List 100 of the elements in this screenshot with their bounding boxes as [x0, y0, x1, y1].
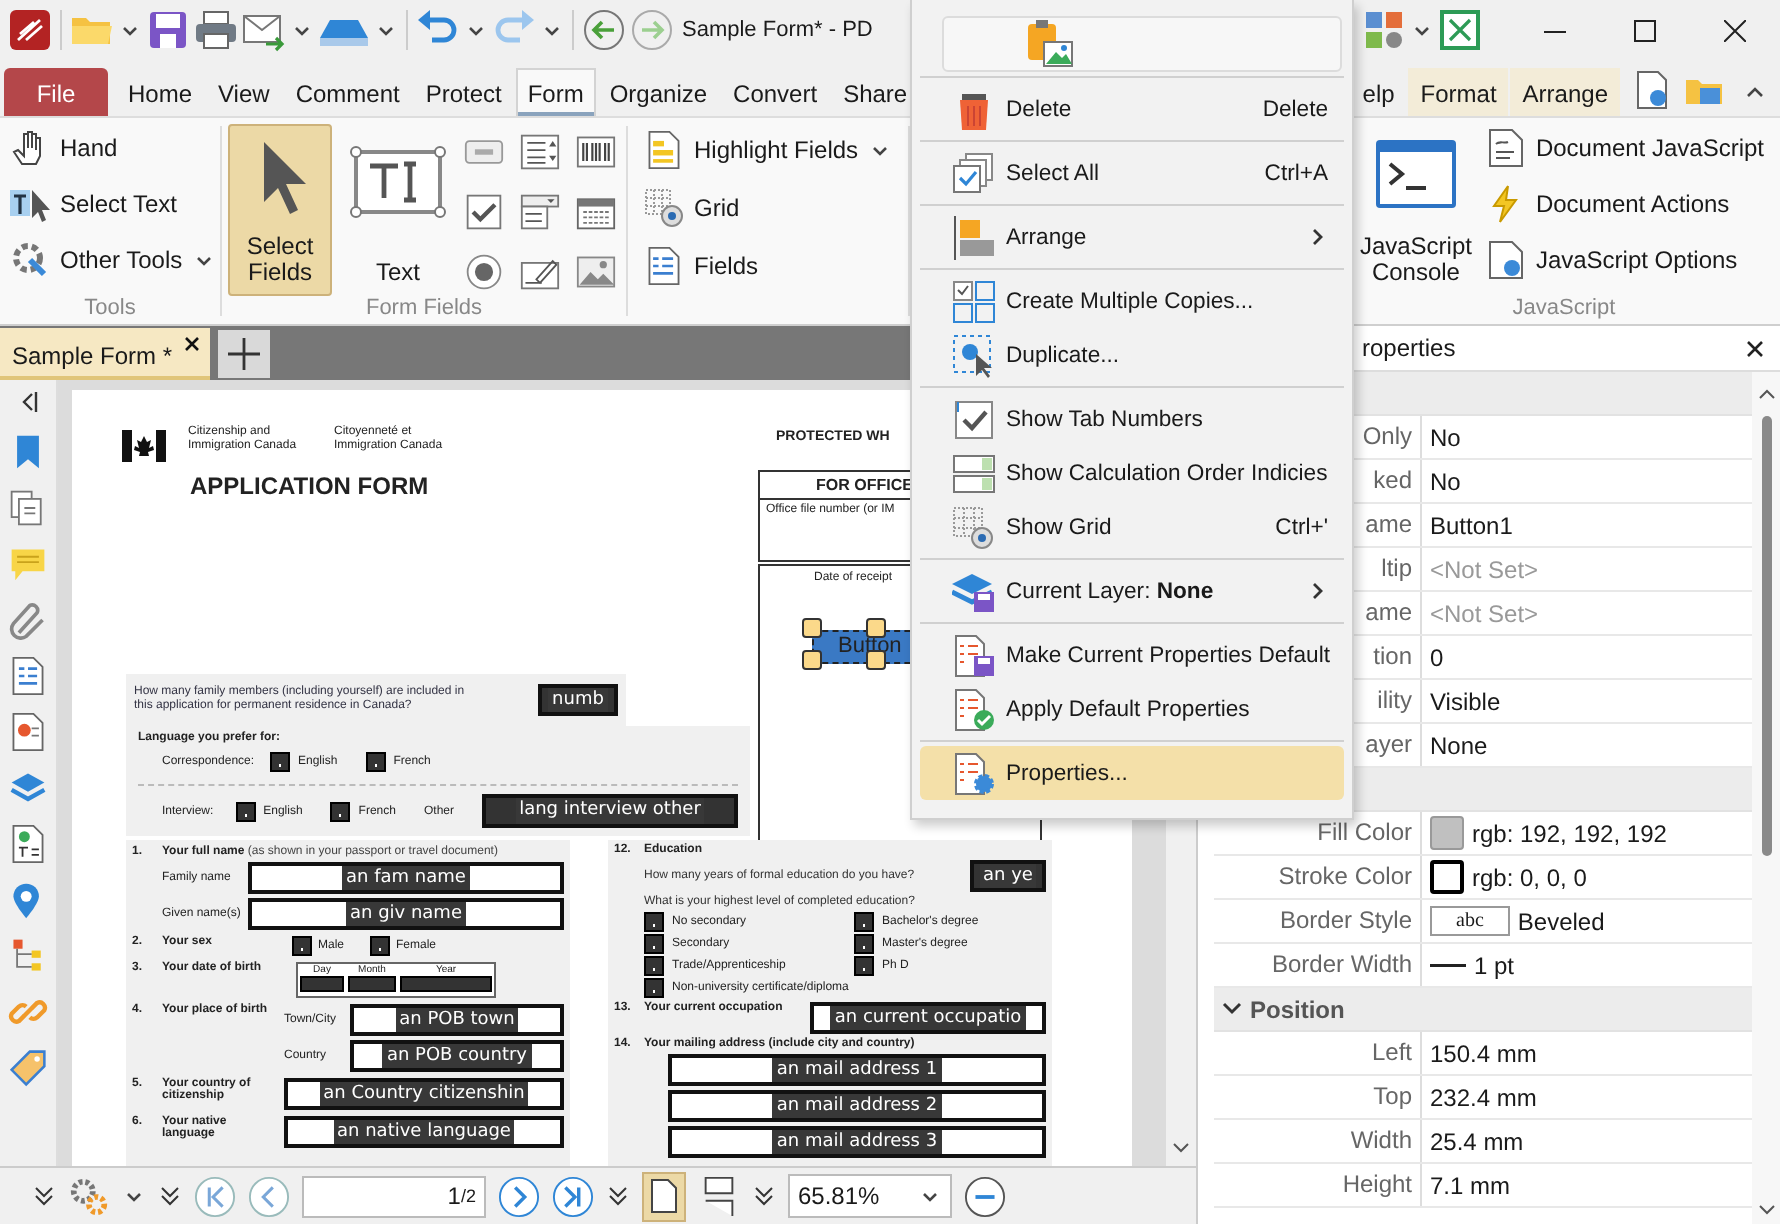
menu-item[interactable]: Select All Ctrl+A	[920, 146, 1344, 200]
paste-image-button[interactable]	[942, 16, 1342, 72]
print-icon[interactable]	[194, 8, 238, 52]
text-field[interactable]: an native language	[284, 1116, 564, 1148]
section-header[interactable]: Position	[1214, 988, 1752, 1032]
text-field-button[interactable]: Text	[342, 124, 454, 296]
document-javascript-button[interactable]: Document JavaScript	[1481, 124, 1768, 172]
single-page-view-button[interactable]	[642, 1171, 686, 1221]
text-field[interactable]: an current occupatio	[810, 1002, 1046, 1034]
ribbon-tab[interactable]: Home	[116, 68, 205, 116]
double-chevron-icon[interactable]	[158, 1184, 182, 1208]
caret-icon[interactable]	[378, 25, 394, 35]
property-value[interactable]: None	[1430, 731, 1488, 759]
ribbon-tab[interactable]: Protect	[413, 68, 514, 116]
ribbon-tab[interactable]: Arrange	[1510, 68, 1620, 116]
ribbon-tab[interactable]: Organize	[597, 68, 720, 116]
chevron-down-icon[interactable]	[1172, 1142, 1190, 1154]
text-field[interactable]: an POB town	[350, 1004, 564, 1036]
javascript-console-button[interactable]: JavaScript Console	[1359, 124, 1472, 296]
pages-icon[interactable]	[8, 488, 48, 528]
chevron-up-icon[interactable]	[1757, 388, 1775, 400]
checkbox[interactable]	[854, 912, 874, 932]
property-value[interactable]: rgb: 192, 192, 192	[1472, 819, 1667, 847]
close-icon[interactable]	[1746, 339, 1764, 357]
text-field[interactable]: an fam name	[248, 862, 564, 894]
text-field[interactable]: an Country citizenshin	[284, 1078, 564, 1110]
checkbox[interactable]	[370, 936, 391, 956]
menu-item[interactable]: Arrange	[920, 210, 1344, 264]
property-value[interactable]: Beveled	[1517, 907, 1605, 935]
double-chevron-icon[interactable]	[32, 1184, 56, 1208]
checkbox[interactable]	[854, 956, 874, 976]
checkbox[interactable]	[644, 978, 664, 998]
property-value[interactable]: Visible	[1430, 687, 1501, 715]
property-value[interactable]: Button1	[1430, 511, 1513, 539]
menu-item[interactable]: Create Multiple Copies...	[920, 274, 1344, 328]
checkbox[interactable]	[854, 934, 874, 954]
caret-icon[interactable]	[544, 25, 560, 35]
checkbox[interactable]	[292, 936, 312, 956]
hand-tool-button[interactable]: Hand	[6, 124, 214, 172]
image-document-icon[interactable]	[8, 824, 48, 864]
ribbon-tab[interactable]: Form	[515, 68, 596, 116]
text-field[interactable]: an POB country	[350, 1040, 564, 1072]
text-field[interactable]: an ye	[970, 860, 1046, 892]
ribbon-tab[interactable]: elp	[1350, 68, 1407, 116]
checkbox[interactable]	[330, 801, 351, 821]
property-value[interactable]: No	[1430, 467, 1461, 495]
text-field[interactable]: an mail address 2	[668, 1090, 1046, 1122]
paperclip-icon[interactable]	[8, 600, 48, 640]
select-text-button[interactable]: Select Text	[6, 180, 214, 228]
property-value[interactable]: 7.1 mm	[1430, 1171, 1511, 1199]
save-icon[interactable]	[146, 8, 190, 52]
checkbox[interactable]	[644, 934, 664, 954]
text-field[interactable]: an mail address 1	[668, 1054, 1046, 1086]
text-field[interactable]: lang interview other	[482, 794, 738, 828]
text-field[interactable]: numb	[538, 684, 618, 716]
fields-button[interactable]: Fields	[640, 242, 897, 290]
highlight-fields-button[interactable]: Highlight Fields	[640, 126, 897, 174]
checkbox[interactable]	[235, 801, 256, 821]
property-value[interactable]: 150.4 mm	[1430, 1039, 1537, 1067]
property-value[interactable]: 1 pt	[1474, 951, 1515, 979]
color-swatch[interactable]	[1430, 860, 1464, 894]
ribbon-tab[interactable]: Comment	[283, 68, 412, 116]
ribbon-tab[interactable]: File	[4, 68, 108, 116]
barcode-icon[interactable]	[576, 132, 616, 172]
checkbox[interactable]	[644, 912, 664, 932]
property-value[interactable]: No	[1430, 423, 1461, 451]
ribbon-tab[interactable]: Convert	[721, 68, 830, 116]
chevron-icon[interactable]	[1222, 1002, 1242, 1016]
zoom-dropdown[interactable]: 65.81%	[788, 1174, 952, 1218]
caret-icon[interactable]	[126, 1191, 142, 1201]
form-document-icon[interactable]	[8, 656, 48, 696]
last-page-icon[interactable]	[552, 1175, 594, 1217]
certificate-icon[interactable]	[8, 712, 48, 752]
document-actions-button[interactable]: Document Actions	[1481, 180, 1768, 228]
caret-icon[interactable]	[294, 25, 310, 35]
next-page-icon[interactable]	[498, 1175, 540, 1217]
caret-icon[interactable]	[1414, 25, 1430, 35]
select-fields-button[interactable]: Select Fields	[228, 124, 332, 296]
checkbox-icon[interactable]	[464, 192, 504, 232]
scrollbar[interactable]	[1752, 372, 1780, 1224]
menu-item[interactable]: Duplicate...	[920, 328, 1344, 382]
document-tab[interactable]: Sample Form *	[0, 328, 211, 380]
other-tools-button[interactable]: Other Tools	[6, 236, 214, 284]
list-box-icon[interactable]	[520, 132, 560, 172]
ribbon-tab[interactable]: Format	[1408, 68, 1509, 116]
ribbon-tab[interactable]: Share	[831, 68, 920, 116]
caret-icon[interactable]	[122, 25, 138, 35]
radio-button-icon[interactable]	[464, 252, 504, 292]
checkbox[interactable]	[644, 956, 664, 976]
calendar-icon[interactable]	[576, 192, 616, 232]
menu-item[interactable]: Current Layer: None	[920, 564, 1344, 618]
property-value[interactable]: rgb: 0, 0, 0	[1472, 863, 1587, 891]
gears-icon[interactable]	[68, 1175, 110, 1217]
menu-item[interactable]: Properties...	[920, 746, 1344, 800]
text-field[interactable]: an giv name	[248, 898, 564, 930]
double-chevron-icon[interactable]	[606, 1184, 630, 1208]
text-field[interactable]: an mail address 3	[668, 1126, 1046, 1158]
close-icon[interactable]	[184, 336, 201, 352]
collapse-ribbon-icon[interactable]	[1746, 86, 1764, 98]
new-tab-button[interactable]	[218, 330, 271, 378]
